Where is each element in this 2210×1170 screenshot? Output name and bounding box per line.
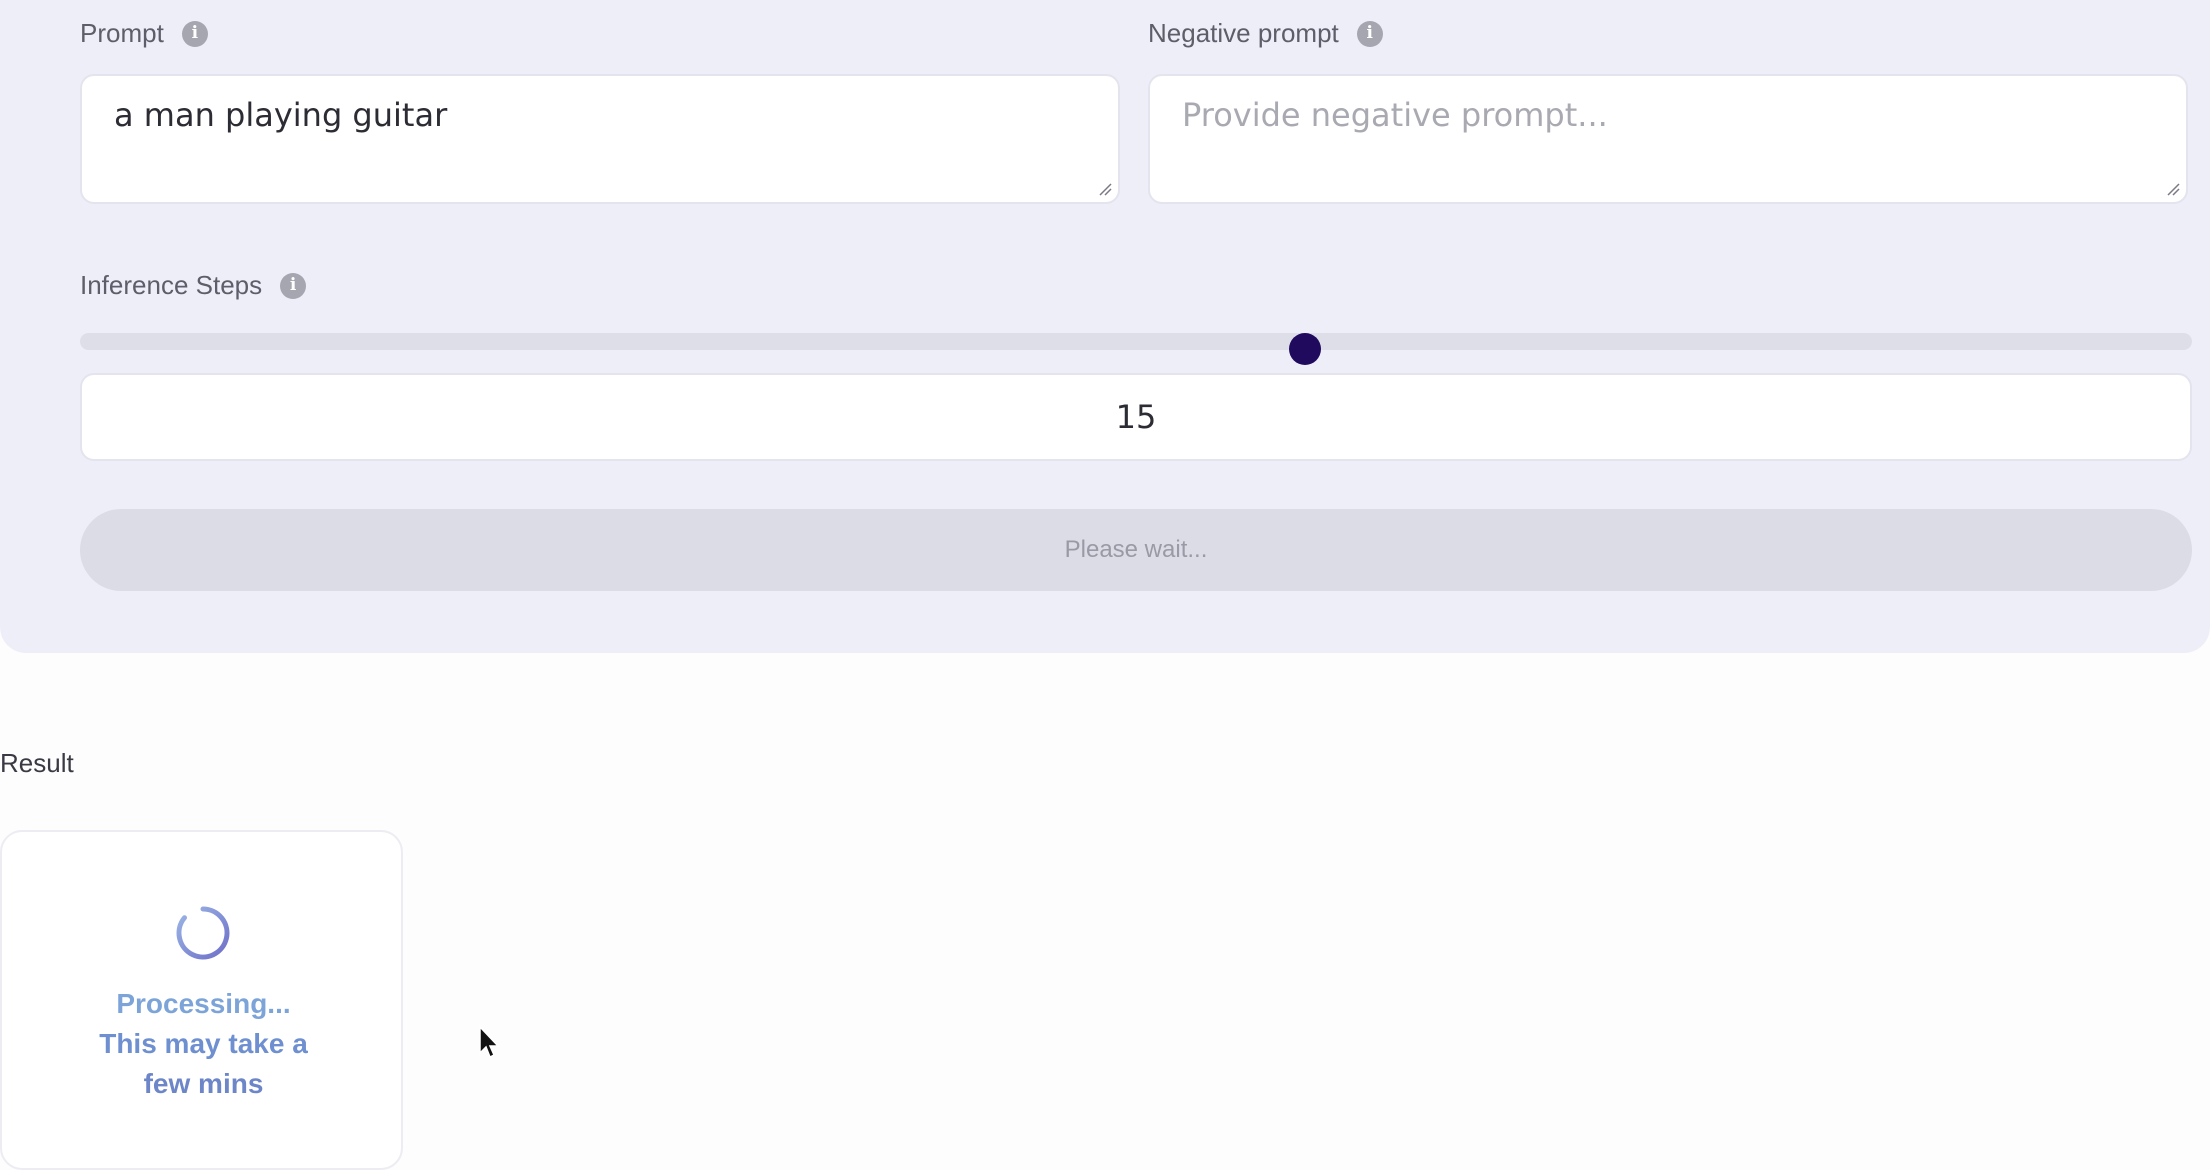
info-icon[interactable]: i [280, 272, 307, 299]
prompt-text: a man playing guitar [114, 96, 448, 134]
generation-form-panel: Prompt i a man playing guitar Negative p… [0, 0, 2210, 653]
loading-spinner-icon [176, 906, 230, 960]
processing-status-line3: few mins [143, 1068, 264, 1099]
info-icon[interactable]: i [1356, 20, 1383, 47]
prompt-label: Prompt [80, 18, 164, 48]
generate-button-label: Please wait... [1064, 536, 1208, 563]
generate-button[interactable]: Please wait... [80, 509, 2192, 591]
result-card: Processing... This may take a few mins [0, 830, 403, 1170]
prompt-textarea[interactable]: a man playing guitar [80, 74, 1120, 204]
negative-prompt-textarea[interactable]: Provide negative prompt... [1148, 74, 2188, 204]
inference-steps-label: Inference Steps [80, 270, 263, 300]
inference-steps-label-row: Inference Steps i [80, 270, 307, 301]
negative-prompt-label: Negative prompt [1148, 18, 1339, 48]
inference-steps-number-input[interactable]: 15 [80, 373, 2192, 461]
resize-grip-icon[interactable] [2166, 182, 2180, 196]
processing-status: Processing... This may take a few mins [2, 984, 405, 1104]
inference-steps-slider-thumb[interactable] [1288, 333, 1321, 365]
inference-steps-value: 15 [1115, 398, 1157, 436]
resize-grip-icon[interactable] [1098, 182, 1112, 196]
inference-steps-slider-track[interactable] [80, 333, 2192, 350]
negative-prompt-placeholder: Provide negative prompt... [1182, 96, 1608, 134]
negative-prompt-label-row: Negative prompt i [1148, 18, 1383, 49]
prompt-label-row: Prompt i [80, 18, 208, 49]
mouse-cursor-icon [479, 1025, 500, 1059]
processing-status-line1: Processing... [116, 988, 291, 1019]
processing-status-line2: This may take a [99, 1028, 308, 1059]
result-label: Result [0, 748, 74, 778]
info-icon[interactable]: i [181, 20, 208, 47]
